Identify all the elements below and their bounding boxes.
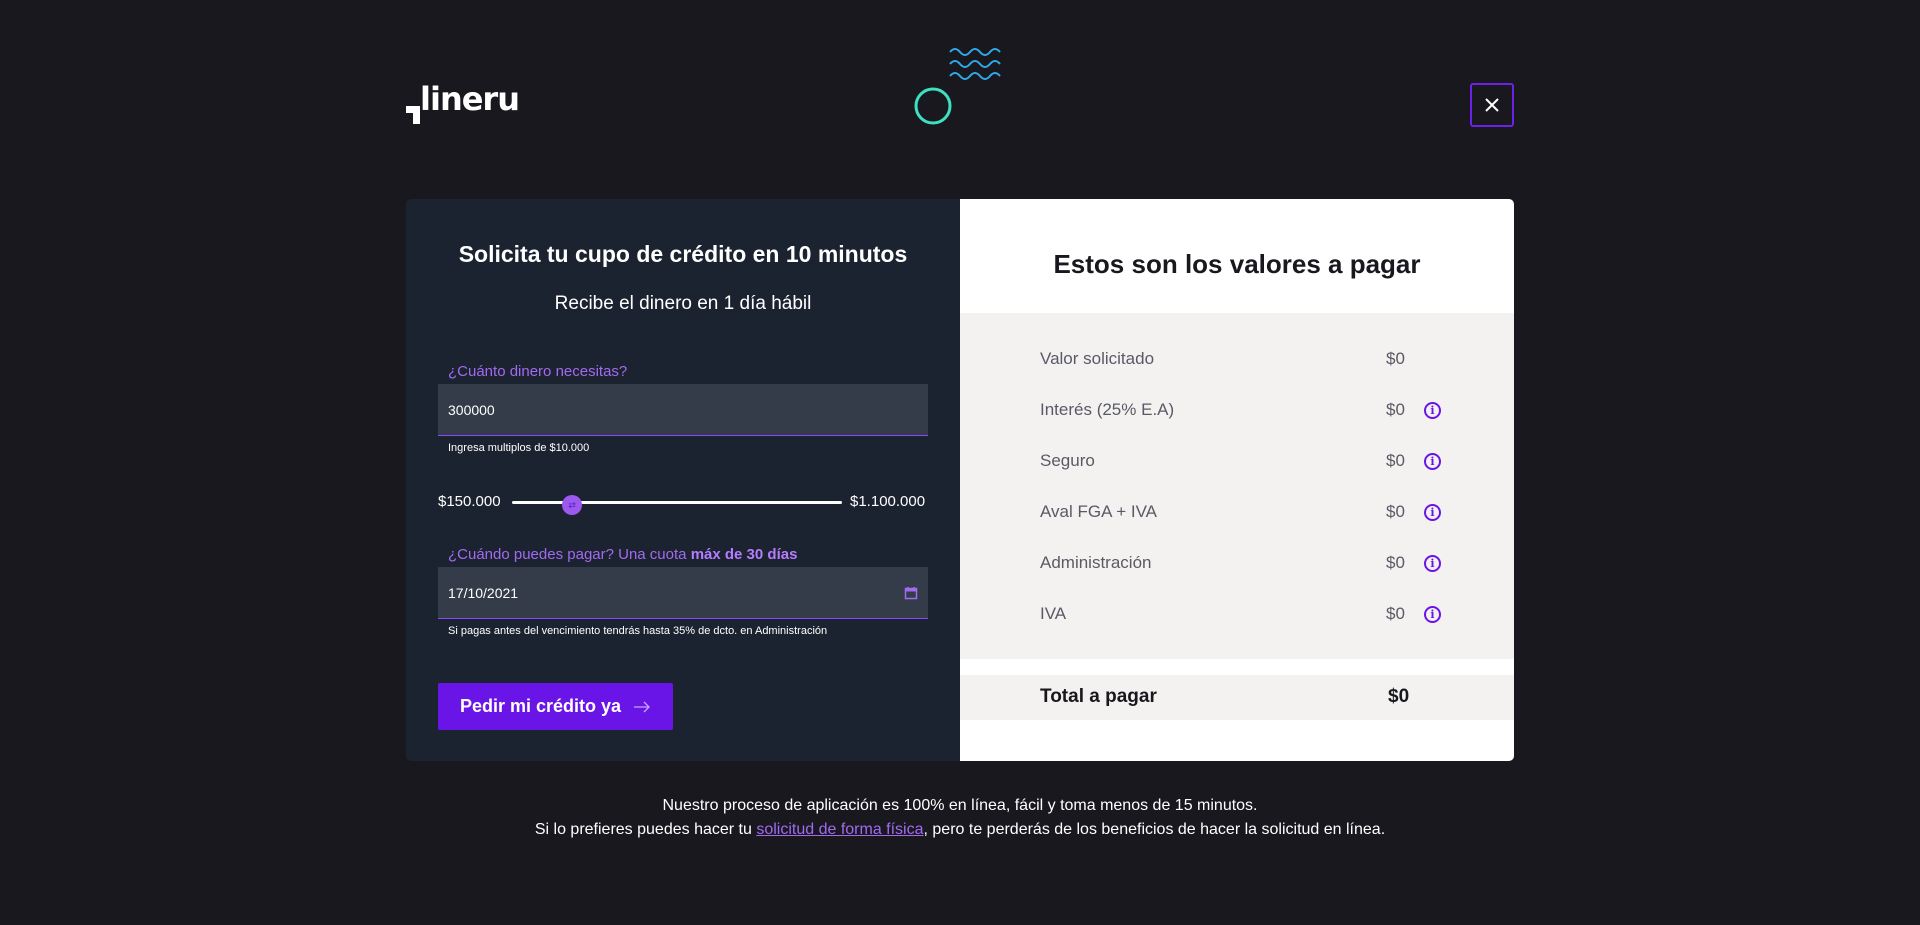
credit-card-panel: Solicita tu cupo de crédito en 10 minuto… — [406, 199, 1514, 761]
form-subtitle: Recibe el dinero en 1 día hábil — [554, 293, 812, 314]
summary-row: Seguro $0 i — [1040, 448, 1460, 474]
date-hint: Si pagas antes del vencimiento tendrás h… — [448, 625, 828, 637]
request-credit-label: Pedir mi crédito ya — [459, 696, 622, 716]
total-label: Total a pagar — [1040, 686, 1157, 707]
lineru-logo[interactable]: lineru — [406, 80, 536, 126]
calendar-icon[interactable] — [904, 586, 918, 600]
close-icon — [1485, 98, 1499, 112]
amount-slider-thumb[interactable]: ⇄ — [562, 495, 583, 515]
decorative-waves-circle-icon — [914, 48, 1001, 125]
amount-label: ¿Cuánto dinero necesitas? — [448, 363, 628, 380]
arrow-right-icon — [634, 701, 650, 712]
payment-summary: Estos son los valores a pagar Valor soli… — [960, 199, 1514, 761]
form-title: Solicita tu cupo de crédito en 10 minuto… — [458, 241, 908, 267]
amount-input[interactable]: 300000 — [438, 384, 928, 436]
date-label: ¿Cuándo puedes pagar? Una cuota máx de 3… — [448, 546, 798, 563]
close-button[interactable] — [1470, 83, 1514, 127]
physical-application-link[interactable]: solicitud de forma física — [756, 821, 923, 838]
amount-hint: Ingresa multiplos de $10.000 — [448, 442, 590, 454]
footer-line-1: Nuestro proceso de aplicación es 100% en… — [662, 797, 1258, 814]
slider-max-label: $1.100.000 — [850, 493, 926, 510]
footer-line-2: Si lo prefieres puedes hacer tu solicitu… — [534, 821, 1386, 838]
info-icon[interactable]: i — [1424, 452, 1441, 470]
info-icon[interactable]: i — [1424, 605, 1441, 623]
logo-mark-icon — [406, 106, 420, 124]
logo-text: lineru — [420, 80, 520, 118]
info-icon[interactable]: i — [1424, 503, 1441, 521]
summary-breakdown: Valor solicitado $0 Interés (25% E.A) $0… — [960, 313, 1514, 659]
summary-row: Valor solicitado $0 — [1040, 349, 1405, 368]
summary-row: Interés (25% E.A) $0 i — [1040, 397, 1460, 423]
total-value: $0 — [1388, 686, 1410, 707]
summary-row: Administración $0 i — [1040, 550, 1460, 576]
application-form: Solicita tu cupo de crédito en 10 minuto… — [406, 199, 960, 761]
info-icon[interactable]: i — [1424, 554, 1441, 572]
summary-row: IVA $0 i — [1040, 601, 1460, 627]
summary-title: Estos son los valores a pagar — [1053, 249, 1421, 279]
date-input[interactable]: 17/10/2021 — [438, 567, 928, 619]
request-credit-button[interactable]: Pedir mi crédito ya — [438, 683, 673, 730]
summary-row: Aval FGA + IVA $0 i — [1040, 499, 1460, 525]
total-row: Total a pagar $0 — [960, 675, 1514, 720]
amount-value: 300000 — [448, 401, 495, 418]
info-icon[interactable]: i — [1424, 401, 1441, 419]
slider-min-label: $150.000 — [438, 493, 501, 510]
date-value: 17/10/2021 — [448, 584, 519, 601]
